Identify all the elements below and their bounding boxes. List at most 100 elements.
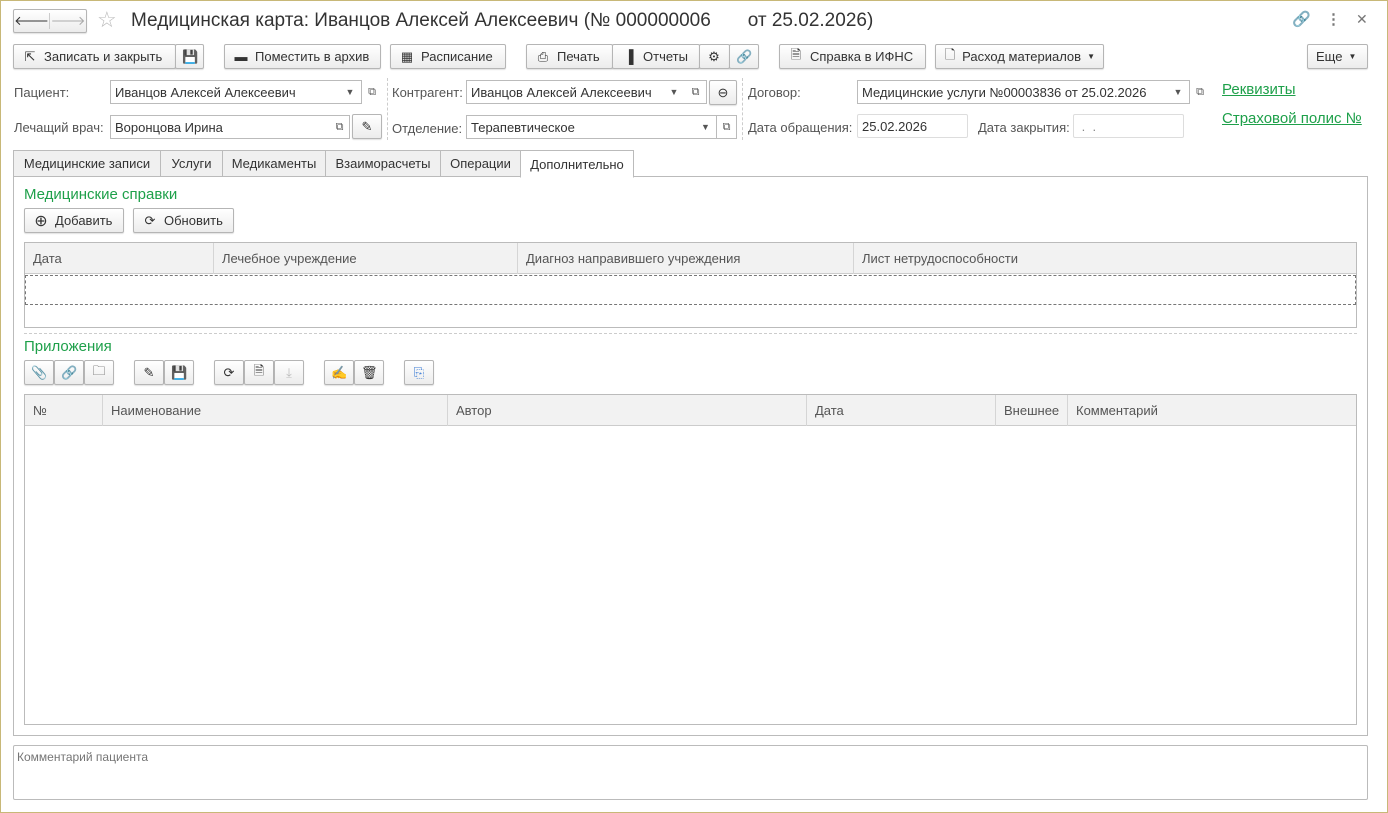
settings-button[interactable]: ⚙ xyxy=(699,44,730,69)
download-icon: ⤓ xyxy=(286,364,292,380)
certificates-title: Медицинские справки xyxy=(24,186,178,203)
more-button[interactable]: Еще ▼ xyxy=(1307,44,1368,69)
divider xyxy=(24,333,1357,334)
attach-link-button[interactable]: 🔗 xyxy=(54,360,84,385)
department-field[interactable]: Терапевтическое xyxy=(466,115,696,139)
export-icon: ⇱ xyxy=(24,48,36,64)
patient-open-icon[interactable]: ⧉ xyxy=(362,80,382,104)
doctor-field[interactable]: Воронцова Ирина xyxy=(110,115,331,139)
contractor-dropdown[interactable]: ▼ xyxy=(663,80,686,104)
edit-document-icon: ✍ xyxy=(331,364,348,380)
visit-date-label: Дата обращения: xyxy=(748,120,853,135)
more-label: Еще xyxy=(1316,49,1343,64)
back-arrow-icon[interactable]: 🡐 xyxy=(14,13,50,29)
visit-date-field[interactable]: 25.02.2026 xyxy=(857,114,968,138)
gears-icon: ⚙ xyxy=(708,48,720,64)
contractor-open-icon[interactable]: ⧉ xyxy=(685,80,707,104)
attachments-title: Приложения xyxy=(24,338,112,355)
edit-button[interactable]: ✎ xyxy=(134,360,164,385)
department-open-icon[interactable]: ⧉ xyxy=(717,115,737,139)
refresh-icon: ⟳ xyxy=(144,212,156,228)
insurance-link[interactable]: Страховой полис № xyxy=(1222,110,1362,127)
column-header[interactable]: Лечебное учреждение xyxy=(214,243,518,274)
patient-field[interactable]: Иванцов Алексей Алексеевич xyxy=(110,80,340,104)
back-circle-button[interactable]: ⊖ xyxy=(709,80,737,105)
contractor-field[interactable]: Иванцов Алексей Алексеевич xyxy=(466,80,664,104)
tab-additional[interactable]: Дополнительно xyxy=(520,150,634,178)
save-button[interactable]: 💾 xyxy=(175,44,204,69)
chain-link-icon: 🔗 xyxy=(736,48,753,64)
column-header[interactable]: Комментарий xyxy=(1068,395,1356,426)
tab-settlements[interactable]: Взаиморасчеты xyxy=(325,150,441,177)
pencil-icon: ✎ xyxy=(143,364,155,380)
column-header[interactable]: Диагноз направившего учреждения xyxy=(518,243,854,274)
tab-medications[interactable]: Медикаменты xyxy=(222,150,326,177)
plus-circle-icon: ⊕ xyxy=(34,212,48,230)
attachments-table: № Наименование Автор Дата Внешнее Коммен… xyxy=(24,394,1357,725)
materials-label: Расход материалов xyxy=(962,49,1082,64)
tab-operations[interactable]: Операции xyxy=(440,150,521,177)
link-icon[interactable]: 🔗 xyxy=(1292,10,1311,28)
close-date-label: Дата закрытия: xyxy=(978,120,1070,135)
tab-medical-records[interactable]: Медицинские записи xyxy=(13,150,161,177)
requisites-link[interactable]: Реквизиты xyxy=(1222,81,1296,98)
calendar-icon: ▦ xyxy=(400,48,414,64)
patient-label: Пациент: xyxy=(14,85,70,100)
contract-dropdown[interactable]: ▼ xyxy=(1167,80,1190,104)
more-vert-icon[interactable]: ⋮ xyxy=(1326,10,1341,28)
preview-button[interactable]: 🗎 xyxy=(244,360,274,385)
archive-icon: ▬ xyxy=(234,49,248,64)
column-header[interactable]: Лист нетрудоспособности xyxy=(854,243,1356,274)
archive-button[interactable]: ▬ Поместить в архив xyxy=(224,44,381,69)
column-header[interactable]: № xyxy=(25,395,103,426)
floppy-icon: 💾 xyxy=(182,48,199,64)
edit-document-button[interactable]: ✍ xyxy=(324,360,354,385)
forward-arrow-icon[interactable]: 🡒 xyxy=(50,13,86,29)
doctor-label: Лечащий врач: xyxy=(14,120,104,135)
floppy-icon: 💾 xyxy=(171,364,188,380)
patient-dropdown[interactable]: ▼ xyxy=(339,80,362,104)
reports-button[interactable]: ▐ Отчеты xyxy=(612,44,700,69)
download-button[interactable]: ⤓ xyxy=(274,360,304,385)
print-button[interactable]: ⎙ Печать xyxy=(526,44,613,69)
schedule-label: Расписание xyxy=(421,49,493,64)
contract-open-icon[interactable]: ⧉ xyxy=(1190,80,1210,104)
attach-file-button[interactable]: 📎 xyxy=(24,360,54,385)
link-button[interactable]: 🔗 xyxy=(729,44,759,69)
add-button[interactable]: ⊕ Добавить xyxy=(24,208,124,233)
table-header: Дата Лечебное учреждение Диагноз направи… xyxy=(25,243,1356,274)
refresh-attachments-button[interactable]: ⟳ xyxy=(214,360,244,385)
edit-doctor-button[interactable]: ✎ xyxy=(352,114,382,139)
save-close-button[interactable]: ⇱ Записать и закрыть xyxy=(13,44,176,69)
column-header[interactable]: Автор xyxy=(448,395,807,426)
column-header[interactable]: Дата xyxy=(807,395,996,426)
column-header[interactable]: Дата xyxy=(25,243,214,274)
document-icon: 🗎 xyxy=(790,46,802,62)
patient-comment-input[interactable] xyxy=(13,745,1368,800)
schedule-button[interactable]: ▦ Расписание xyxy=(390,44,506,69)
doctor-open-icon[interactable]: ⧉ xyxy=(330,115,350,139)
scan-button[interactable]: ⎘ xyxy=(404,360,434,385)
department-dropdown[interactable]: ▼ xyxy=(695,115,717,139)
department-label: Отделение: xyxy=(392,121,463,136)
close-icon[interactable]: ✕ xyxy=(1356,11,1368,28)
column-header[interactable]: Внешнее xyxy=(996,395,1068,426)
table-header: № Наименование Автор Дата Внешнее Коммен… xyxy=(25,395,1356,426)
delete-button[interactable]: 🗑 xyxy=(354,360,384,385)
pencil-icon: ✎ xyxy=(361,118,373,134)
save-file-button[interactable]: 💾 xyxy=(164,360,194,385)
contract-field[interactable]: Медицинские услуги №00003836 от 25.02.20… xyxy=(857,80,1168,104)
table-row[interactable] xyxy=(25,275,1356,305)
refresh-button[interactable]: ⟳ Обновить xyxy=(133,208,234,233)
dropdown-arrow-icon: ▼ xyxy=(1087,52,1095,61)
materials-button[interactable]: 🗋 Расход материалов ▼ xyxy=(935,44,1104,69)
column-header[interactable]: Наименование xyxy=(103,395,448,426)
ifns-button[interactable]: 🗎 Справка в ИФНС xyxy=(779,44,926,69)
contractor-label: Контрагент: xyxy=(392,85,463,100)
tab-services[interactable]: Услуги xyxy=(160,150,223,177)
close-date-field[interactable]: . . xyxy=(1073,114,1184,138)
star-icon[interactable]: ☆ xyxy=(97,7,117,33)
trash-icon: 🗑 xyxy=(361,364,378,380)
add-folder-button[interactable]: 🗀 xyxy=(84,360,114,385)
refresh-label: Обновить xyxy=(164,213,223,228)
